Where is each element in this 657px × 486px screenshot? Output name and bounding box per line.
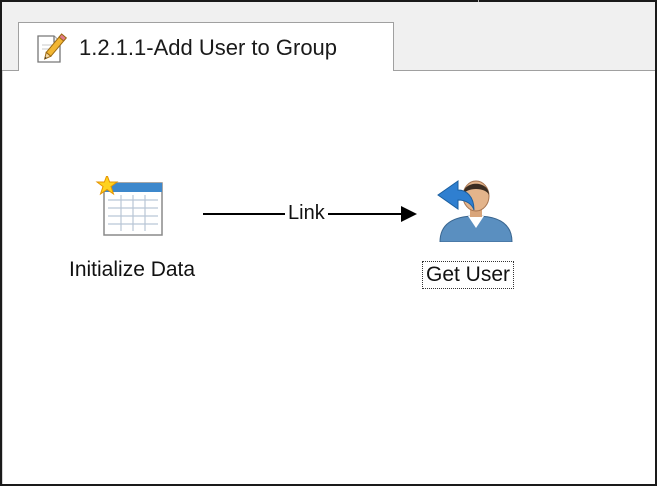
link-arrowhead-icon [401, 206, 417, 222]
node-label-initialize-data: Initialize Data [69, 258, 196, 281]
node-label-get-user: Get User [421, 261, 515, 289]
tab-title: 1.2.1.1-Add User to Group [79, 34, 338, 60]
get-user-icon [420, 176, 516, 247]
tab-strip: 1.2.1.1-Add User to Group [2, 2, 655, 72]
edit-document-icon [33, 31, 67, 65]
workflow-node-initialize-data[interactable]: Initialize Data [66, 173, 198, 283]
workflow-node-get-user[interactable]: Get User [420, 176, 516, 289]
new-table-data-icon [94, 173, 170, 243]
link-label: Link [285, 202, 328, 225]
tab-add-user-to-group[interactable]: 1.2.1.1-Add User to Group [18, 22, 394, 72]
